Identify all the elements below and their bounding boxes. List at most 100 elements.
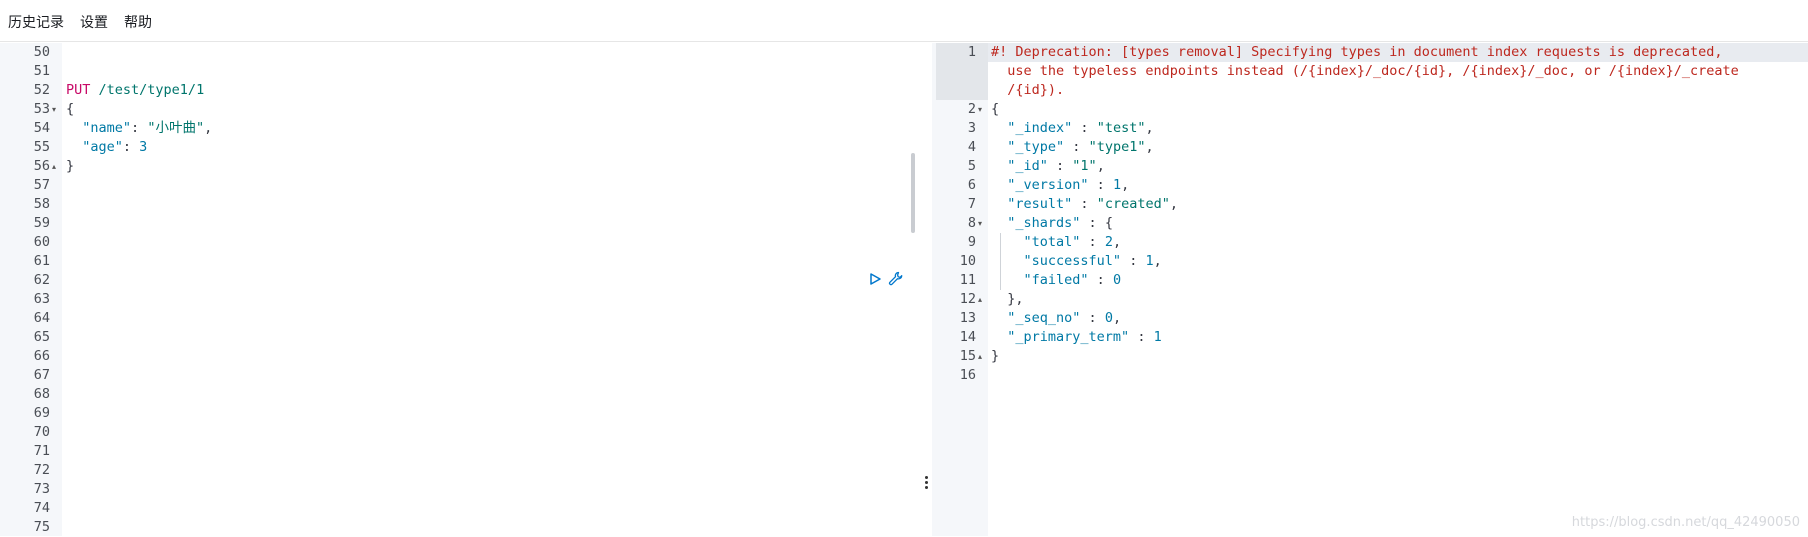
response-line: { xyxy=(991,100,999,119)
json-value: "1" xyxy=(1072,158,1096,174)
json-value: 0 xyxy=(1113,272,1121,288)
line-number: 71 xyxy=(0,442,50,461)
json-key: "_index" xyxy=(1007,120,1072,136)
request-editor-gutter: 50 51 52 53 54 55 56 57 58 59 60 61 62 6… xyxy=(0,43,62,536)
request-body-open[interactable]: { xyxy=(66,100,74,119)
json-key: "_type" xyxy=(1007,139,1064,155)
line-number: 61 xyxy=(0,252,50,271)
json-key: "age" xyxy=(82,139,123,155)
resize-dot xyxy=(925,476,928,479)
line-number: 62 xyxy=(0,271,50,290)
response-line: "result" : "created", xyxy=(991,195,1178,214)
deprecation-warning-line: use the typeless endpoints instead (/{in… xyxy=(991,62,1739,81)
line-number: 60 xyxy=(0,233,50,252)
json-value: 1 xyxy=(1113,177,1121,193)
line-number: 12 xyxy=(936,290,976,309)
line-number: 65 xyxy=(0,328,50,347)
request-body-close[interactable]: } xyxy=(66,157,74,176)
line-number: 63 xyxy=(0,290,50,309)
line-number: 68 xyxy=(0,385,50,404)
line-number: 16 xyxy=(936,366,976,385)
request-url: /test/type1/1 xyxy=(99,82,205,98)
json-value: "type1" xyxy=(1089,139,1146,155)
deprecation-warning-line: /{id}). xyxy=(991,81,1064,100)
indent-guide xyxy=(1000,233,1001,290)
response-editor: 1 2 3 4 5 6 7 8 9 10 11 12 13 14 15 16 ▾… xyxy=(936,43,1808,536)
line-number: 56 xyxy=(0,157,50,176)
brace: } xyxy=(66,158,74,174)
line-number: 15 xyxy=(936,347,976,366)
line-number: 1 xyxy=(936,43,976,62)
line-number: 5 xyxy=(936,157,976,176)
line-number: 55 xyxy=(0,138,50,157)
response-line: "failed" : 0 xyxy=(991,271,1121,290)
line-number: 8 xyxy=(936,214,976,233)
fold-toggle-icon[interactable]: ▴ xyxy=(978,290,982,309)
watermark: https://blog.csdn.net/qq_42490050 xyxy=(1572,515,1800,530)
line-number: 10 xyxy=(936,252,976,271)
json-value: 1 xyxy=(1154,329,1162,345)
json-key: "_shards" xyxy=(1007,215,1080,231)
line-number: 70 xyxy=(0,423,50,442)
play-icon[interactable] xyxy=(868,271,882,285)
line-number: 59 xyxy=(0,214,50,233)
request-editor-scrollbar[interactable] xyxy=(911,153,915,233)
json-value: 2 xyxy=(1105,234,1113,250)
menu-settings[interactable]: 设置 xyxy=(80,14,108,32)
json-key: "failed" xyxy=(1024,272,1089,288)
json-key: "result" xyxy=(1007,196,1072,212)
request-body-line[interactable]: "age": 3 xyxy=(66,138,147,157)
json-key: "_id" xyxy=(1007,158,1048,174)
json-key: "_primary_term" xyxy=(1007,329,1129,345)
pane-resize-handle[interactable] xyxy=(924,476,930,490)
request-line[interactable]: PUT /test/type1/1 xyxy=(66,81,204,100)
resize-dot xyxy=(925,486,928,489)
line-number: 72 xyxy=(0,461,50,480)
line-number: 54 xyxy=(0,119,50,138)
response-line: "_index" : "test", xyxy=(991,119,1154,138)
json-value: 0 xyxy=(1105,310,1113,326)
json-value: "created" xyxy=(1097,196,1170,212)
line-number: 13 xyxy=(936,309,976,328)
menu-help[interactable]: 帮助 xyxy=(124,14,152,32)
fold-toggle-icon[interactable]: ▾ xyxy=(978,100,982,119)
json-key: "name" xyxy=(82,120,131,136)
json-key: "_version" xyxy=(1007,177,1088,193)
line-number: 50 xyxy=(0,43,50,62)
fold-toggle-icon[interactable]: ▾ xyxy=(978,214,982,233)
request-editor[interactable]: 50 51 52 53 54 55 56 57 58 59 60 61 62 6… xyxy=(0,43,932,536)
json-value: "test" xyxy=(1097,120,1146,136)
json-value: 3 xyxy=(139,139,147,155)
menu-history[interactable]: 历史记录 xyxy=(8,14,64,32)
json-value: "小叶曲" xyxy=(147,120,204,136)
json-key: "successful" xyxy=(1024,253,1122,269)
response-line: }, xyxy=(991,290,1024,309)
json-value: 1 xyxy=(1145,253,1153,269)
line-number: 11 xyxy=(936,271,976,290)
line-number: 58 xyxy=(0,195,50,214)
brace: { xyxy=(1105,215,1113,231)
line-number: 64 xyxy=(0,309,50,328)
response-line: "_seq_no" : 0, xyxy=(991,309,1121,328)
top-menu-bar: 历史记录 设置 帮助 xyxy=(0,0,1808,42)
brace: { xyxy=(66,101,74,117)
fold-toggle-icon[interactable]: ▴ xyxy=(52,157,56,176)
response-line: "_primary_term" : 1 xyxy=(991,328,1162,347)
response-line: "_id" : "1", xyxy=(991,157,1105,176)
line-number: 66 xyxy=(0,347,50,366)
wrench-icon[interactable] xyxy=(888,271,904,287)
line-number: 9 xyxy=(936,233,976,252)
request-body-line[interactable]: "name": "小叶曲", xyxy=(66,119,212,138)
response-line: "_shards" : { xyxy=(991,214,1113,233)
fold-toggle-icon[interactable]: ▾ xyxy=(52,100,56,119)
line-number: 69 xyxy=(0,404,50,423)
line-number: 3 xyxy=(936,119,976,138)
fold-toggle-icon[interactable]: ▴ xyxy=(978,347,982,366)
line-number: 52 xyxy=(0,81,50,100)
line-number: 74 xyxy=(0,499,50,518)
brace: }, xyxy=(1007,291,1023,307)
line-number: 6 xyxy=(936,176,976,195)
brace: } xyxy=(991,348,999,364)
line-number: 14 xyxy=(936,328,976,347)
line-number: 7 xyxy=(936,195,976,214)
